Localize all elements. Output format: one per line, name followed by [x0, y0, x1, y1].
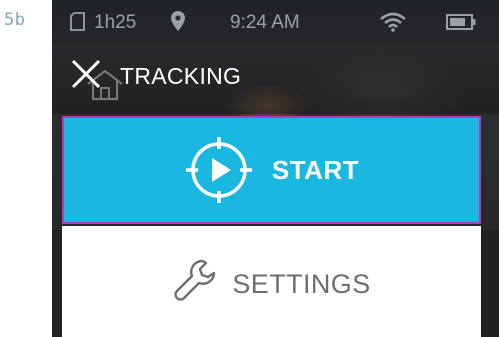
location-pin-icon	[171, 11, 185, 31]
device-screen: 1h25 9:24 AM TRACKING START SETTINGS	[52, 0, 499, 337]
tracking-header: TRACKING	[52, 44, 499, 114]
battery-icon	[446, 14, 476, 30]
recording-time: 1h25	[94, 12, 137, 33]
clock: 9:24 AM	[230, 12, 300, 33]
start-button-label: START	[271, 154, 360, 185]
sd-card-icon	[70, 12, 85, 31]
wifi-icon	[380, 12, 406, 32]
close-icon[interactable]	[70, 58, 102, 90]
settings-button[interactable]: SETTINGS	[62, 226, 481, 337]
wrench-icon	[174, 259, 216, 301]
settings-button-label: SETTINGS	[232, 269, 371, 299]
status-bar: 1h25 9:24 AM	[52, 0, 499, 44]
figure-label: 5b	[4, 10, 26, 30]
play-crosshair-icon	[185, 137, 252, 203]
start-button[interactable]: START	[62, 116, 481, 224]
page-title: TRACKING	[120, 63, 242, 89]
